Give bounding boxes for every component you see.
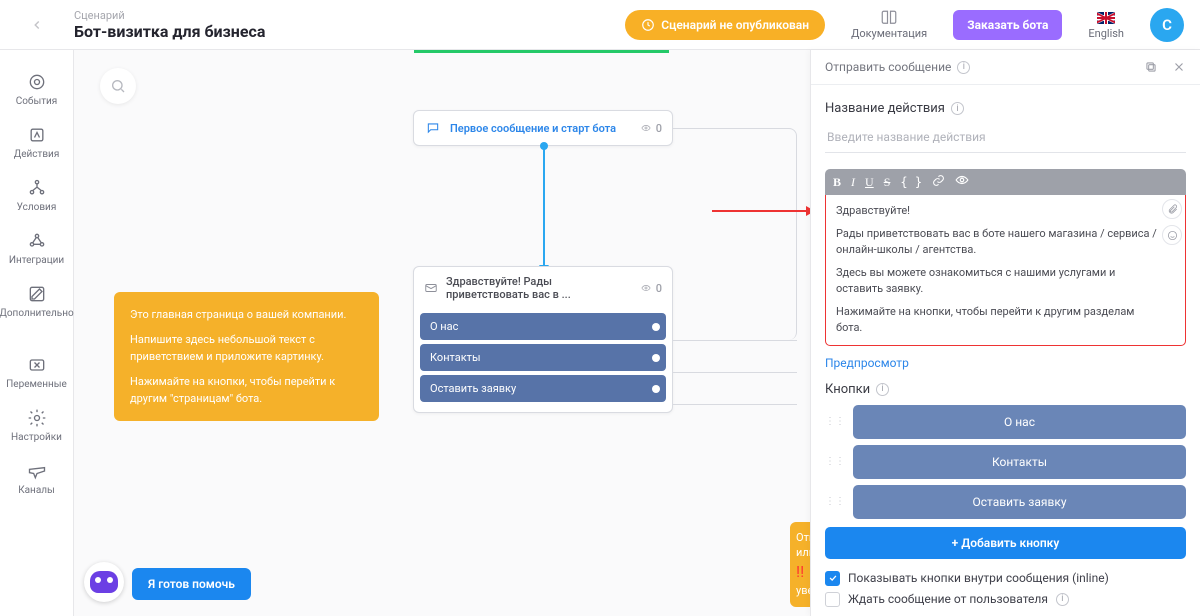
connector (673, 404, 797, 405)
nav-events[interactable]: События (0, 64, 73, 117)
panel-button-contacts[interactable]: Контакты (853, 445, 1186, 479)
message-editor[interactable]: Здравствуйте! Рады приветствовать вас в … (825, 195, 1186, 346)
flow-node-message-title: Здравствуйте! Рады приветствовать вас в … (446, 275, 623, 301)
language-switch[interactable]: English (1088, 9, 1124, 40)
add-button[interactable]: + Добавить кнопку (825, 527, 1186, 559)
panel-title: Отправить сообщение (825, 60, 951, 74)
emoji-icon[interactable] (1162, 225, 1182, 245)
nav-additional-label: Дополнительно (0, 308, 74, 319)
node-button-contacts[interactable]: Контакты (420, 344, 666, 371)
italic-button[interactable]: I (851, 175, 855, 190)
flag-icon (1097, 9, 1115, 27)
docs-link[interactable]: Документация (851, 9, 927, 40)
left-nav: События Действия Условия Интеграции Допо… (0, 50, 74, 616)
buttons-section-label: Кнопки (825, 382, 870, 397)
help-mascot[interactable] (84, 562, 124, 602)
progress-bar (414, 50, 669, 53)
connector (673, 128, 797, 340)
properties-panel: Отправить сообщение i Название действия … (810, 50, 1200, 616)
nav-additional[interactable]: Дополнительно (0, 276, 73, 329)
link-button[interactable] (932, 174, 945, 191)
preview-button[interactable] (955, 173, 969, 191)
flow-node-message[interactable]: Здравствуйте! Рады приветствовать вас в … (413, 266, 673, 413)
editor-line: Нажимайте на кнопки, чтобы перейти к дру… (836, 304, 1157, 337)
editor-line: Здравствуйте! (836, 203, 1157, 220)
nav-variables[interactable]: Переменные (0, 347, 73, 400)
drag-handle-icon[interactable]: ⋮⋮ (825, 459, 845, 465)
preview-link[interactable]: Предпросмотр (825, 356, 909, 370)
hint-line-2: Напишите здесь небольшой текст с приветс… (130, 331, 363, 365)
flow-node-start-title: Первое сообщение и старт бота (450, 122, 616, 135)
editor-toolbar: B I U S { } (825, 169, 1186, 195)
underline-button[interactable]: U (865, 175, 874, 190)
panel-button-request[interactable]: Оставить заявку (853, 485, 1186, 519)
editor-line: Рады приветствовать вас в боте нашего ма… (836, 226, 1157, 259)
inline-checkbox-label: Показывать кнопки внутри сообщения (inli… (848, 571, 1109, 585)
info-icon[interactable]: i (957, 61, 970, 74)
nav-settings[interactable]: Настройки (0, 400, 73, 453)
flow-node-start[interactable]: Первое сообщение и старт бота 0 (413, 110, 673, 146)
help-button[interactable]: Я готов помочь (132, 568, 251, 600)
action-name-input[interactable] (825, 124, 1186, 153)
connector-line (543, 146, 545, 266)
panel-button-about[interactable]: О нас (853, 405, 1186, 439)
book-icon (880, 9, 898, 27)
envelope-icon (424, 279, 438, 297)
docs-label: Документация (851, 27, 927, 40)
canvas-search-button[interactable] (100, 68, 136, 104)
publish-status-label: Сценарий не опубликован (661, 18, 809, 32)
language-label: English (1088, 27, 1124, 40)
nav-channels[interactable]: Каналы (0, 453, 73, 506)
annotation-arrow (712, 210, 807, 212)
code-button[interactable]: { } (900, 175, 922, 189)
bold-button[interactable]: B (833, 175, 841, 190)
nav-variables-label: Переменные (6, 379, 67, 390)
editor-line: Здесь вы можете ознакомиться с нашими ус… (836, 265, 1157, 298)
avatar-letter: C (1162, 16, 1172, 34)
info-icon[interactable]: i (951, 102, 964, 115)
action-name-label: Название действия (825, 101, 945, 116)
breadcrumb: Сценарий (74, 9, 265, 22)
connector (673, 372, 797, 373)
duplicate-icon[interactable] (1144, 60, 1158, 74)
connector (673, 340, 797, 341)
info-icon[interactable]: i (1056, 593, 1069, 606)
nav-integrations[interactable]: Интеграции (0, 223, 73, 276)
nav-settings-label: Настройки (11, 432, 62, 443)
nav-actions-label: Действия (14, 149, 60, 160)
drag-handle-icon[interactable]: ⋮⋮ (825, 419, 845, 425)
hint-note: Это главная страница о вашей компании. Н… (114, 292, 379, 421)
nav-conditions-label: Условия (17, 202, 57, 213)
views-counter: 0 (639, 282, 662, 295)
wait-checkbox[interactable] (825, 592, 840, 607)
chat-icon (424, 119, 442, 137)
node-button-request[interactable]: Оставить заявку (420, 375, 666, 402)
order-bot-button[interactable]: Заказать бота (953, 10, 1062, 40)
wait-checkbox-label: Ждать сообщение от пользователя (848, 592, 1048, 606)
hint-line-1: Это главная страница о вашей компании. (130, 306, 363, 323)
back-button[interactable] (0, 18, 74, 32)
close-icon[interactable] (1172, 60, 1186, 74)
node-button-about[interactable]: О нас (420, 313, 666, 340)
page-title: Бот-визитка для бизнеса (74, 22, 265, 41)
strike-button[interactable]: S (884, 175, 891, 190)
user-avatar[interactable]: C (1150, 8, 1184, 42)
hint-line-3: Нажимайте на кнопки, чтобы перейти к дру… (130, 373, 363, 407)
nav-actions[interactable]: Действия (0, 117, 73, 170)
attach-icon[interactable] (1162, 199, 1182, 219)
nav-conditions[interactable]: Условия (0, 170, 73, 223)
drag-handle-icon[interactable]: ⋮⋮ (825, 499, 845, 505)
publish-status-pill[interactable]: Сценарий не опубликован (625, 10, 825, 40)
inline-checkbox[interactable] (825, 571, 840, 586)
order-bot-label: Заказать бота (967, 18, 1048, 32)
page-title-block: Сценарий Бот-визитка для бизнеса (74, 9, 265, 41)
info-icon[interactable]: i (876, 383, 889, 396)
views-counter: 0 (639, 122, 662, 135)
nav-events-label: События (16, 96, 58, 107)
nav-channels-label: Каналы (18, 485, 55, 496)
nav-integrations-label: Интеграции (9, 255, 64, 266)
